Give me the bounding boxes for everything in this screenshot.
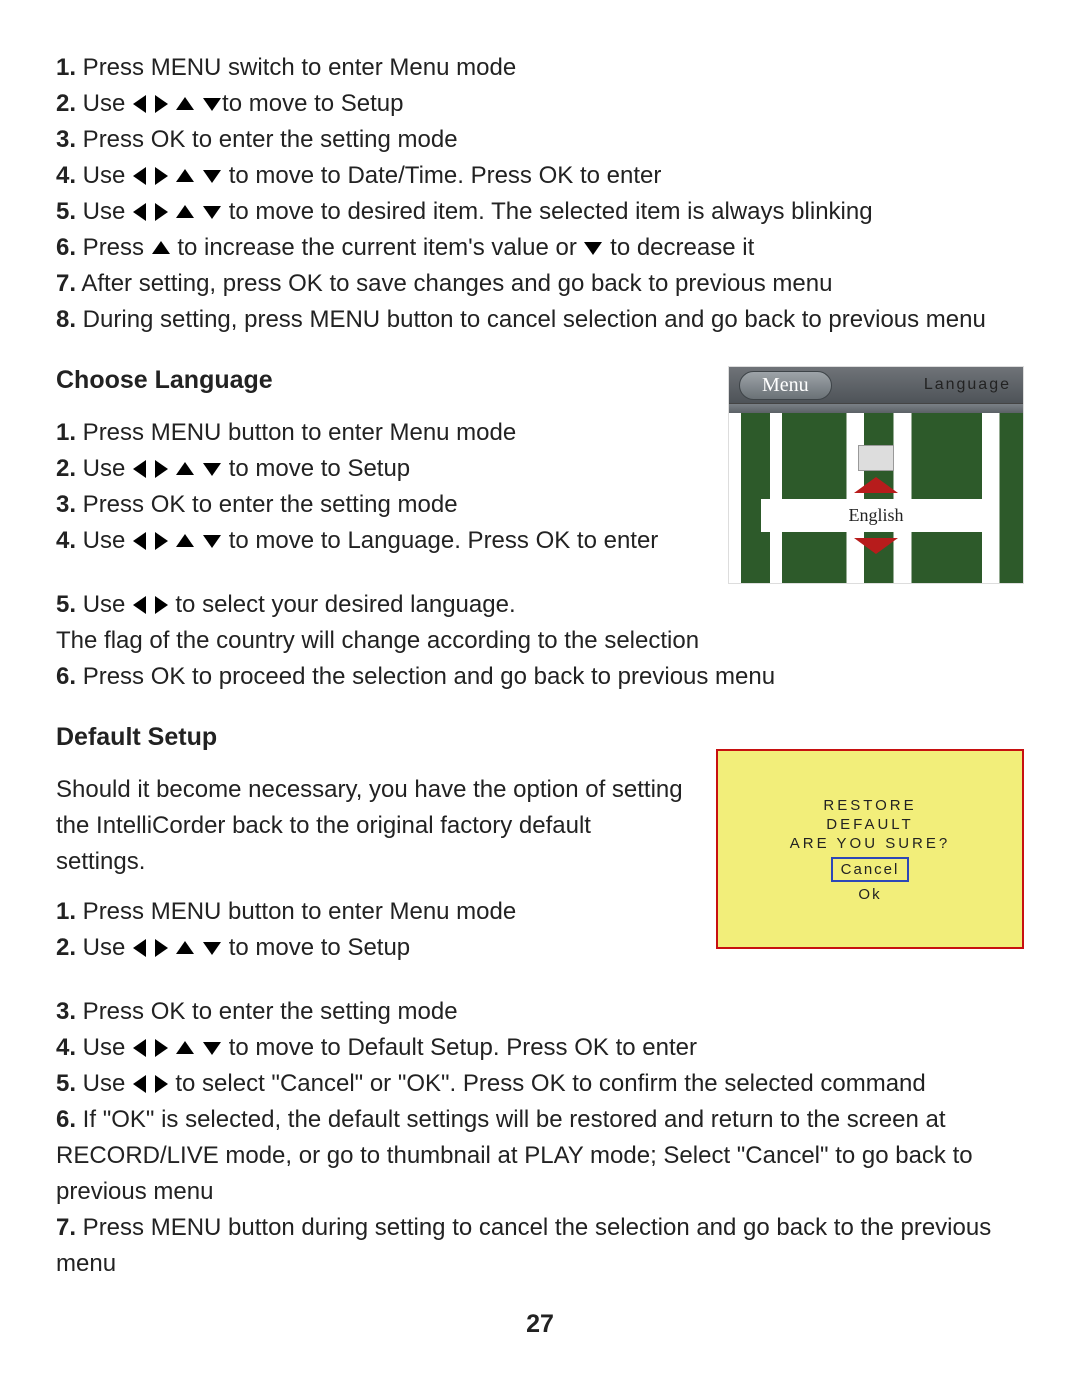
- arrow-right-icon: [155, 596, 168, 614]
- default-setup-intro: Should it become necessary, you have the…: [56, 772, 686, 880]
- language-menu-screenshot: Menu Language English: [728, 366, 1024, 584]
- step-item: 3. Press OK to enter the setting mode: [56, 994, 1024, 1030]
- steps-section-b: 1. Press MENU button to enter Menu mode …: [56, 415, 698, 559]
- step-c5: 5. Use to select "Cancel" or "OK". Press…: [56, 1066, 1024, 1102]
- step-b6: 6. Press OK to proceed the selection and…: [56, 659, 1024, 695]
- step-item: 1. Press MENU button to enter Menu mode: [56, 415, 698, 451]
- arrow-down-icon: [203, 1042, 221, 1055]
- arrow-right-icon: [155, 167, 168, 185]
- arrow-left-icon: [133, 460, 146, 478]
- steps-section-c-rest: 3. Press OK to enter the setting mode 4.…: [56, 994, 1024, 1282]
- language-value: English: [761, 499, 991, 532]
- menu-pill: Menu: [739, 371, 832, 400]
- arrow-right-icon: [155, 1075, 168, 1093]
- step-a6: 6. Press to increase the current item's …: [56, 230, 1024, 266]
- arrow-left-icon: [133, 203, 146, 221]
- step-b5-cont: The flag of the country will change acco…: [56, 623, 1024, 659]
- page-number: 27: [56, 1310, 1024, 1339]
- step-item: 2. Use to move to Setup: [56, 930, 686, 966]
- default-setup-screenshot: RESTORE DEFAULT ARE YOU SURE? Cancel Ok: [716, 749, 1024, 949]
- arrow-up-icon: [176, 941, 194, 954]
- arrow-up-icon: [176, 169, 194, 182]
- arrow-down-icon: [203, 942, 221, 955]
- step-item: 4. Use to move to Default Setup. Press O…: [56, 1030, 1024, 1066]
- ok-option: Ok: [858, 886, 881, 903]
- steps-section-a: 1. Press MENU switch to enter Menu mode …: [56, 50, 1024, 338]
- arrow-left-icon: [133, 939, 146, 957]
- step-c7: 7. Press MENU button during setting to c…: [56, 1210, 1024, 1282]
- step-item: 2. Use to move to Setup: [56, 86, 1024, 122]
- arrow-left-icon: [133, 596, 146, 614]
- arrow-up-icon: [176, 534, 194, 547]
- arrow-right-icon: [155, 939, 168, 957]
- step-item: 4. Use to move to Language. Press OK to …: [56, 523, 698, 559]
- step-item: 1. Press MENU button to enter Menu mode: [56, 894, 686, 930]
- heading-default-setup: Default Setup: [56, 723, 686, 752]
- cancel-option: Cancel: [831, 857, 910, 882]
- step-item: 3. Press OK to enter the setting mode: [56, 487, 698, 523]
- step-a7: 7. After setting, press OK to save chang…: [56, 266, 1024, 302]
- arrow-down-icon: [203, 98, 221, 111]
- step-item: 2. Use to move to Setup: [56, 451, 698, 487]
- steps-section-b-extra: 5. Use to select your desired language. …: [56, 587, 1024, 695]
- step-item: 5. Use to move to desired item. The sele…: [56, 194, 1024, 230]
- default-line: DEFAULT: [826, 816, 913, 833]
- manual-page: 1. Press MENU switch to enter Menu mode …: [0, 0, 1080, 1379]
- arrow-right-icon: [155, 1039, 168, 1057]
- step-c6: 6. If "OK" is selected, the default sett…: [56, 1102, 1024, 1210]
- arrow-right-icon: [155, 460, 168, 478]
- arrow-left-icon: [133, 1039, 146, 1057]
- restore-line: RESTORE: [823, 797, 916, 814]
- arrow-up-icon: [152, 241, 170, 254]
- arrow-up-icon: [176, 462, 194, 475]
- heading-choose-language: Choose Language: [56, 366, 698, 395]
- arrow-up-icon: [176, 97, 194, 110]
- arrow-down-icon: [203, 463, 221, 476]
- arrow-right-icon: [155, 532, 168, 550]
- arrow-left-icon: [133, 1075, 146, 1093]
- arrow-down-icon: [203, 535, 221, 548]
- arrow-up-icon: [176, 205, 194, 218]
- arrow-right-icon: [155, 95, 168, 113]
- arrow-down-icon: [203, 170, 221, 183]
- step-item: 4. Use to move to Date/Time. Press OK to…: [56, 158, 1024, 194]
- steps-section-c-top: 1. Press MENU button to enter Menu mode …: [56, 894, 686, 966]
- arrow-left-icon: [133, 95, 146, 113]
- arrow-left-icon: [133, 532, 146, 550]
- arrow-down-icon: [203, 206, 221, 219]
- language-label: Language: [924, 376, 1011, 394]
- flag-icon: [858, 445, 894, 471]
- step-b5: 5. Use to select your desired language.: [56, 587, 1024, 623]
- arrow-down-icon: [854, 538, 898, 554]
- step-item: 1. Press MENU switch to enter Menu mode: [56, 50, 1024, 86]
- sure-line: ARE YOU SURE?: [790, 835, 950, 852]
- arrow-up-icon: [854, 477, 898, 493]
- arrow-left-icon: [133, 167, 146, 185]
- step-item: 3. Press OK to enter the setting mode: [56, 122, 1024, 158]
- step-a8: 8. During setting, press MENU button to …: [56, 302, 1024, 338]
- arrow-right-icon: [155, 203, 168, 221]
- arrow-down-icon: [584, 242, 602, 255]
- arrow-up-icon: [176, 1041, 194, 1054]
